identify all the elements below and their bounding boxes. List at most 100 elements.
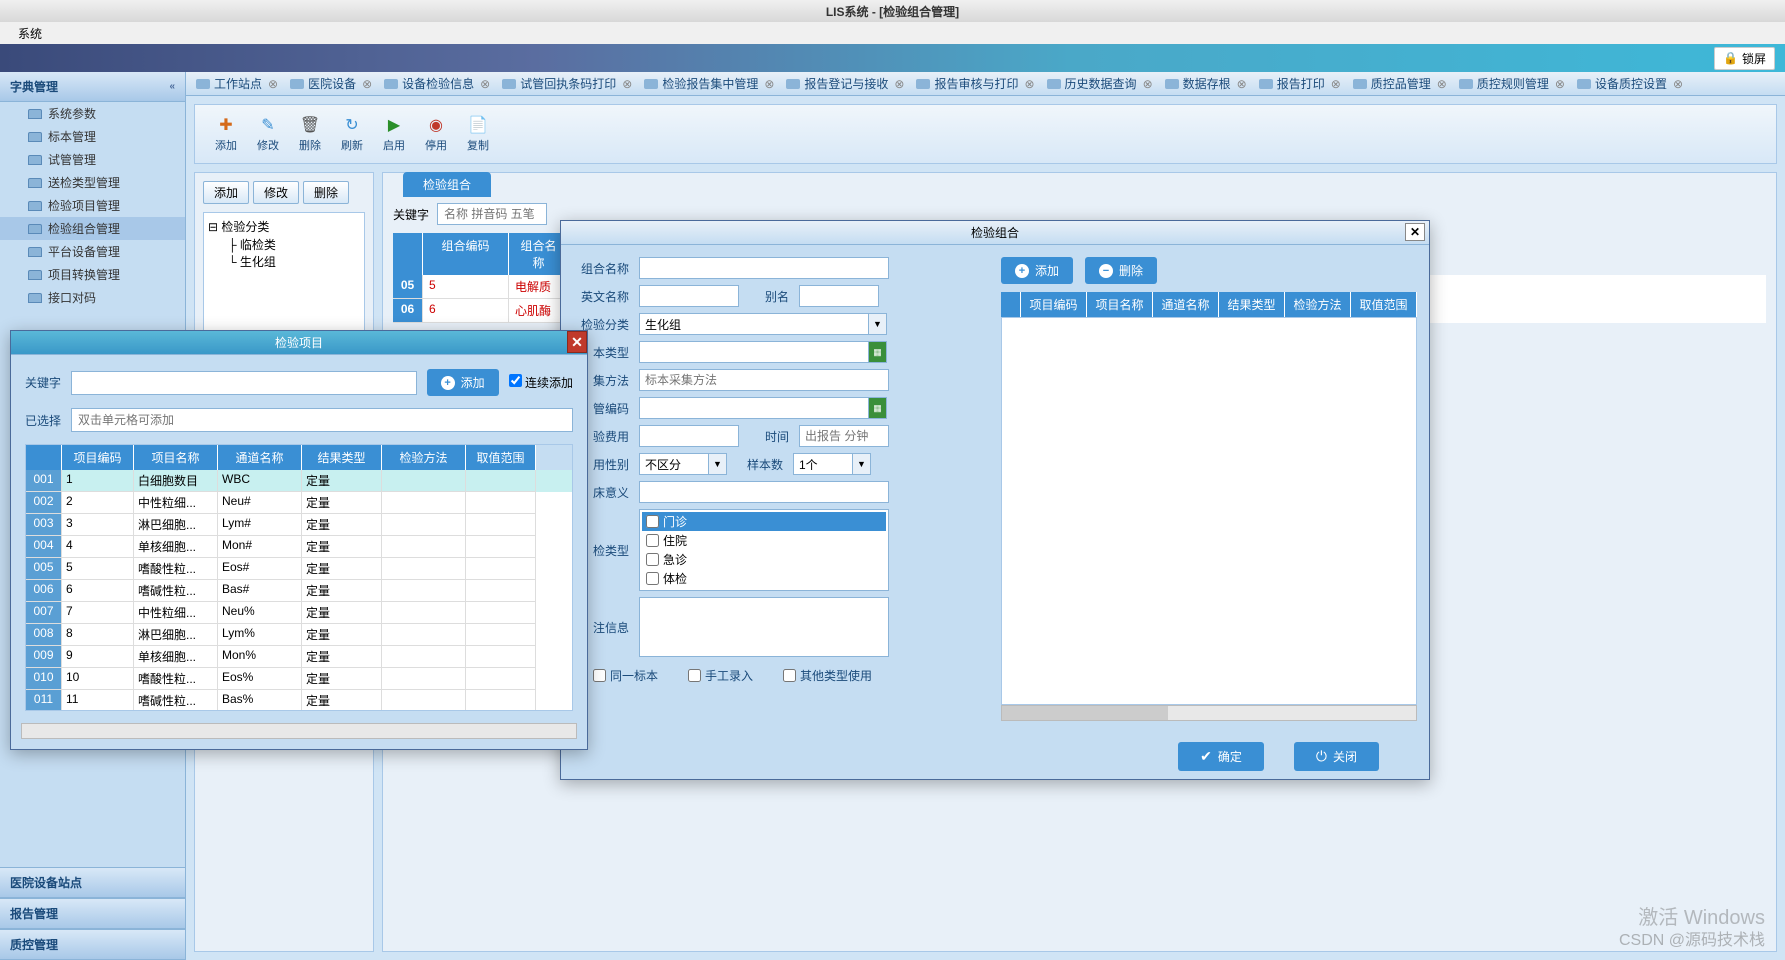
d2-table-body[interactable]: 0011白细胞数目WBC定量0022中性粒细...Neu#定量0033淋巴细胞.… — [26, 470, 572, 710]
tab[interactable]: 工作站点⊗ — [190, 73, 284, 94]
send-type-option[interactable]: 体检 — [642, 569, 886, 588]
ok-button[interactable]: ✔确定 — [1178, 742, 1264, 771]
tab[interactable]: 医院设备⊗ — [284, 73, 378, 94]
toolbar-修改[interactable]: ✎修改 — [249, 111, 287, 157]
add-item-button[interactable]: +添加 — [1001, 257, 1073, 284]
tab[interactable]: 质控规则管理⊗ — [1453, 73, 1571, 94]
note-textarea[interactable] — [639, 597, 889, 657]
sidebar-section[interactable]: 质控管理 — [0, 929, 185, 960]
tab[interactable]: 数据存根⊗ — [1159, 73, 1253, 94]
close-icon[interactable]: ⊗ — [480, 77, 490, 91]
table-row[interactable]: 01111嗜碱性粒...Bas%定量 — [26, 690, 572, 710]
clinical-input[interactable] — [639, 481, 889, 503]
toolbar-复制[interactable]: 📄复制 — [459, 111, 497, 157]
gender-select[interactable] — [639, 453, 709, 475]
sidebar-section[interactable]: 医院设备站点 — [0, 867, 185, 898]
menu-system[interactable]: 系统 — [10, 23, 50, 44]
close-icon[interactable]: ⊗ — [764, 77, 774, 91]
sidebar-item[interactable]: 试管管理 — [0, 148, 185, 171]
toolbar-刷新[interactable]: ↻刷新 — [333, 111, 371, 157]
continuous-add-check[interactable]: 连续添加 — [509, 374, 573, 391]
table-row[interactable]: 0088淋巴细胞...Lym%定量 — [26, 624, 572, 646]
del-item-button[interactable]: −删除 — [1085, 257, 1157, 284]
toolbar-启用[interactable]: ▶启用 — [375, 111, 413, 157]
chevron-down-icon[interactable]: ▼ — [869, 313, 887, 335]
sidebar-item[interactable]: 平台设备管理 — [0, 240, 185, 263]
close-icon[interactable]: ⊗ — [1331, 77, 1341, 91]
d2-keyword-input[interactable] — [71, 371, 417, 395]
close-button[interactable]: ✕ — [567, 331, 587, 353]
toolbar-删除[interactable]: 🗑删除 — [291, 111, 329, 157]
panel-btn[interactable]: 添加 — [203, 181, 249, 204]
tab[interactable]: 历史数据查询⊗ — [1041, 73, 1159, 94]
collapse-icon[interactable]: « — [169, 81, 175, 92]
tree-child[interactable]: ├ 临检类 — [208, 236, 360, 253]
send-type-option[interactable]: 急诊 — [642, 550, 886, 569]
table-row[interactable]: 0066嗜碱性粒...Bas#定量 — [26, 580, 572, 602]
table-row[interactable]: 01010嗜酸性粒...Eos%定量 — [26, 668, 572, 690]
close-icon[interactable]: ⊗ — [268, 77, 278, 91]
close-icon[interactable]: ⊗ — [362, 77, 372, 91]
table-row[interactable]: 0033淋巴细胞...Lym#定量 — [26, 514, 572, 536]
chevron-down-icon[interactable]: ▼ — [709, 453, 727, 475]
tab[interactable]: 试管回执条码打印⊗ — [496, 73, 638, 94]
panel-btn[interactable]: 修改 — [253, 181, 299, 204]
same-sample-check[interactable]: 同一标本 — [593, 667, 658, 684]
table-row[interactable]: 0055嗜酸性粒...Eos#定量 — [26, 558, 572, 580]
tab[interactable]: 设备检验信息⊗ — [378, 73, 496, 94]
sidebar-item[interactable]: 送检类型管理 — [0, 171, 185, 194]
tab[interactable]: 报告打印⊗ — [1253, 73, 1347, 94]
close-dialog-button[interactable]: ⏻关闭 — [1294, 742, 1379, 771]
panel-btn[interactable]: 删除 — [303, 181, 349, 204]
close-icon[interactable]: ⊗ — [1673, 77, 1683, 91]
tab[interactable]: 报告审核与打印⊗ — [910, 73, 1040, 94]
table-row[interactable]: 0077中性粒细...Neu%定量 — [26, 602, 572, 624]
d2-selected-input[interactable] — [71, 408, 573, 432]
close-icon[interactable]: ⊗ — [622, 77, 632, 91]
tube-code-input[interactable] — [639, 397, 869, 419]
category-select[interactable] — [639, 313, 869, 335]
table-row[interactable]: 0099单核细胞...Mon%定量 — [26, 646, 572, 668]
combo-name-input[interactable] — [639, 257, 889, 279]
other-type-check[interactable]: 其他类型使用 — [783, 667, 872, 684]
d2-add-button[interactable]: +添加 — [427, 369, 499, 396]
table-row[interactable]: 0011白细胞数目WBC定量 — [26, 470, 572, 492]
table-row[interactable]: 0044单核细胞...Mon#定量 — [26, 536, 572, 558]
lock-button[interactable]: 🔒 锁屏 — [1714, 47, 1775, 70]
send-type-option[interactable]: 门诊 — [642, 512, 886, 531]
sample-count-select[interactable] — [793, 453, 853, 475]
keyword-input[interactable] — [437, 203, 547, 225]
close-icon[interactable]: ⊗ — [1437, 77, 1447, 91]
close-icon[interactable]: ⊗ — [1237, 77, 1247, 91]
alias-input[interactable] — [799, 285, 879, 307]
table-row[interactable]: 0022中性粒细...Neu#定量 — [26, 492, 572, 514]
sidebar-section[interactable]: 报告管理 — [0, 898, 185, 929]
sidebar-item[interactable]: 接口对码 — [0, 286, 185, 309]
send-type-list[interactable]: 门诊 住院 急诊 体检 — [639, 509, 889, 591]
tree-child[interactable]: └ 生化组 — [208, 253, 360, 270]
tab[interactable]: 报告登记与接收⊗ — [780, 73, 910, 94]
close-icon[interactable]: ⊗ — [1555, 77, 1565, 91]
tab[interactable]: 设备质控设置⊗ — [1571, 73, 1689, 94]
toolbar-停用[interactable]: ◉停用 — [417, 111, 455, 157]
fee-input[interactable] — [639, 425, 739, 447]
tab[interactable]: 质控品管理⊗ — [1347, 73, 1453, 94]
manual-check[interactable]: 手工录入 — [688, 667, 753, 684]
picker-icon[interactable]: ▦ — [869, 397, 887, 419]
close-icon[interactable]: ⊗ — [894, 77, 904, 91]
time-input[interactable] — [799, 425, 889, 447]
sample-type-input[interactable] — [639, 341, 869, 363]
en-name-input[interactable] — [639, 285, 739, 307]
toolbar-添加[interactable]: ✚添加 — [207, 111, 245, 157]
sidebar-header-dict[interactable]: 字典管理 « — [0, 72, 185, 102]
tree-root[interactable]: ⊟ 检验分类 — [208, 217, 360, 236]
chevron-down-icon[interactable]: ▼ — [853, 453, 871, 475]
tab[interactable]: 检验报告集中管理⊗ — [638, 73, 780, 94]
sidebar-item[interactable]: 检验组合管理 — [0, 217, 185, 240]
sidebar-item[interactable]: 系统参数 — [0, 102, 185, 125]
sidebar-item[interactable]: 项目转换管理 — [0, 263, 185, 286]
close-button[interactable]: ✕ — [1405, 223, 1425, 241]
picker-icon[interactable]: ▦ — [869, 341, 887, 363]
sidebar-item[interactable]: 标本管理 — [0, 125, 185, 148]
close-icon[interactable]: ⊗ — [1024, 77, 1034, 91]
